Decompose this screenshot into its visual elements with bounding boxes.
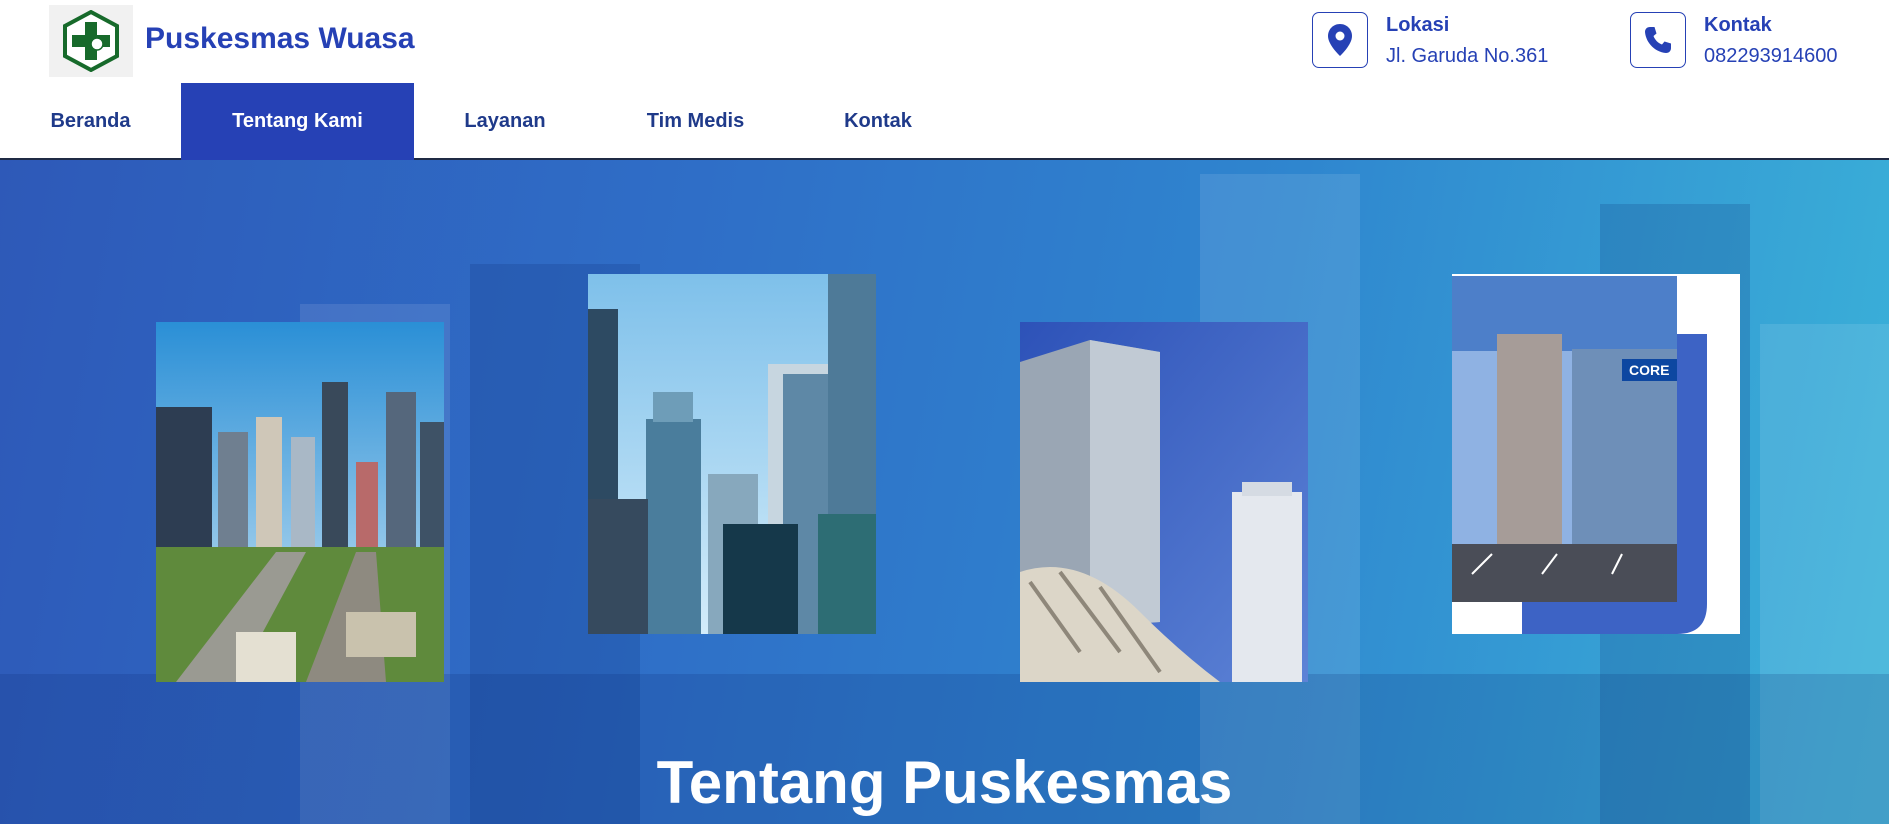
puskesmas-logo-icon[interactable]	[49, 5, 133, 77]
nav-item-kontak[interactable]: Kontak	[795, 83, 961, 160]
location-info: Lokasi Jl. Garuda No.361	[1312, 12, 1548, 68]
contact-title: Kontak	[1704, 14, 1772, 36]
building-sign: CORE	[1629, 362, 1669, 378]
main-nav: Beranda Tentang Kami Layanan Tim Medis K…	[0, 83, 961, 160]
skyscrapers-photo	[588, 274, 876, 634]
nav-item-beranda[interactable]: Beranda	[0, 83, 181, 160]
tower-bridge-photo	[1020, 322, 1308, 682]
about-hero: CORE Tentang Puskesmas	[0, 160, 1889, 824]
nav-item-tentang-kami[interactable]: Tentang Kami	[181, 83, 414, 160]
location-title: Lokasi	[1386, 14, 1450, 36]
page-title: Tentang Puskesmas	[656, 749, 1233, 816]
contact-info: Kontak 082293914600	[1630, 12, 1837, 68]
nav-item-tim-medis[interactable]: Tim Medis	[596, 83, 795, 160]
map-pin-icon	[1312, 12, 1368, 68]
nav-item-layanan[interactable]: Layanan	[414, 83, 596, 160]
office-building-photo: CORE	[1452, 274, 1740, 634]
site-header: Puskesmas Wuasa Lokasi Jl. Garuda No.361…	[0, 0, 1889, 160]
city-street-photo	[156, 322, 444, 682]
phone-icon	[1630, 12, 1686, 68]
location-value: Jl. Garuda No.361	[1386, 45, 1549, 67]
brand-name[interactable]: Puskesmas Wuasa	[145, 22, 415, 56]
contact-value[interactable]: 082293914600	[1704, 45, 1837, 68]
